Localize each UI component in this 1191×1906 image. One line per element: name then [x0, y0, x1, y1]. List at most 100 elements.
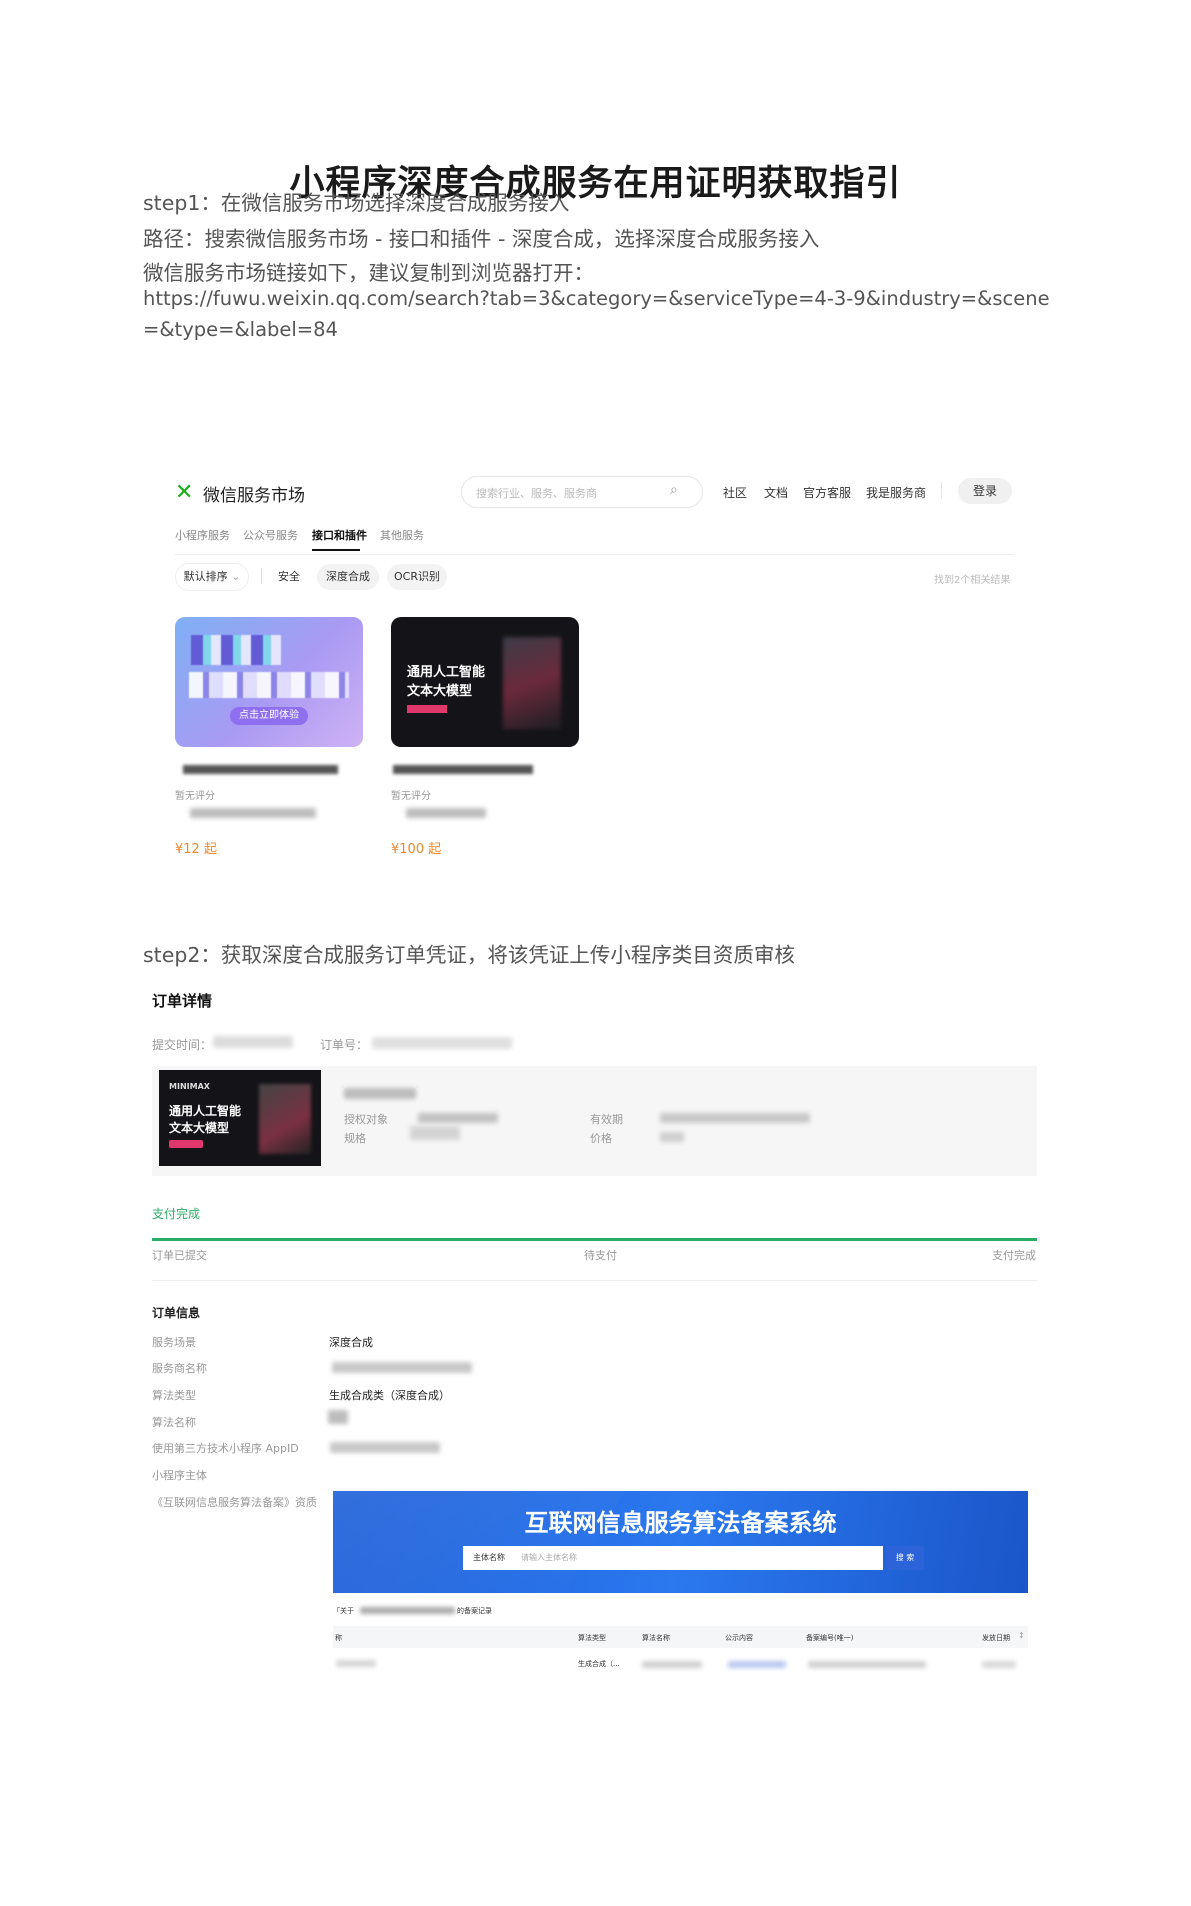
market-search-input[interactable]: 搜索行业、服务、服务商 — [476, 485, 597, 501]
product-badge — [169, 1140, 203, 1148]
market-search-box[interactable]: 搜索行业、服务、服务商 ⌕ — [461, 476, 703, 508]
progress-step-complete: 支付完成 — [992, 1249, 1036, 1262]
pixelated-title — [189, 672, 349, 698]
service-card-1-provider — [190, 808, 316, 818]
card-2-line2: 文本大模型 — [407, 684, 473, 699]
service-card-2-name[interactable] — [393, 765, 533, 774]
nav-support[interactable]: 官方客服 — [803, 484, 851, 501]
registry-banner: 互联网信息服务算法备案系统 主体名称 请输入主体名称 搜 索 — [333, 1491, 1028, 1593]
field-label-provider: 服务商名称 — [152, 1362, 207, 1375]
row-public-link[interactable] — [728, 1661, 786, 1668]
field-label-entity: 小程序主体 — [152, 1469, 207, 1482]
product-3d-art — [259, 1084, 311, 1154]
progress-step-submitted: 订单已提交 — [152, 1249, 207, 1262]
registry-search-bar[interactable]: 主体名称 请输入主体名称 — [463, 1546, 883, 1570]
auth-label: 授权对象 — [344, 1113, 388, 1126]
filter-tag-deep-synthesis[interactable]: 深度合成 — [317, 564, 379, 590]
step2-heading: step2：获取深度合成服务订单凭证，将该凭证上传小程序类目资质审核 — [143, 943, 795, 967]
order-no-label: 订单号： — [320, 1038, 369, 1052]
registry-result-prefix: 「关于 — [333, 1607, 354, 1615]
col-algo-type: 算法类型 — [578, 1634, 606, 1642]
col-record-no: 备案编号(唯一) — [806, 1634, 854, 1642]
col-public: 公示内容 — [725, 1634, 753, 1642]
field-value-algo-type: 生成合成类（深度合成） — [329, 1389, 450, 1402]
submit-time-value — [213, 1036, 293, 1048]
service-card-2-rating: 暂无评分 — [391, 791, 431, 802]
nav-provider[interactable]: 我是服务商 — [866, 484, 926, 501]
service-card-1-name[interactable] — [183, 765, 338, 774]
spec-value — [410, 1126, 460, 1140]
market-link-line2[interactable]: =&type=&label=84 — [143, 318, 338, 341]
submit-time-label: 提交时间： — [152, 1038, 213, 1052]
registry-select[interactable]: 主体名称 — [473, 1552, 505, 1563]
section-divider — [152, 1280, 1037, 1281]
nav-community[interactable]: 社区 — [723, 484, 747, 501]
login-button[interactable]: 登录 — [958, 478, 1012, 504]
step1-path: 路径：搜索微信服务市场 - 接口和插件 - 深度合成，选择深度合成服务接入 — [143, 227, 820, 251]
registry-title: 互联网信息服务算法备案系统 — [524, 1509, 837, 1537]
service-card-1-image[interactable]: 点击立即体验 — [175, 617, 363, 747]
tab-other[interactable]: 其他服务 — [380, 527, 424, 543]
result-count: 找到2个相关结果 — [934, 575, 1011, 586]
sort-label: 默认排序 — [183, 570, 228, 583]
tab-miniprogram[interactable]: 小程序服务 — [175, 527, 230, 543]
field-label-qualification: 《互联网信息服务算法备案》资质 — [152, 1496, 317, 1509]
try-now-button[interactable]: 点击立即体验 — [230, 707, 308, 725]
pixelated-logo — [191, 635, 281, 665]
product-line1: 通用人工智能 — [169, 1104, 242, 1118]
service-card-1-rating: 暂无评分 — [175, 791, 215, 802]
active-tab-underline — [312, 549, 360, 551]
tab-official-account[interactable]: 公众号服务 — [243, 527, 298, 543]
brand-logo: ✕ — [175, 480, 193, 505]
product-line2: 文本大模型 — [169, 1121, 230, 1135]
registry-table-header — [333, 1626, 1028, 1648]
wechat-market-logo-icon: ✕ — [175, 480, 194, 505]
field-label-algo-name: 算法名称 — [152, 1416, 196, 1429]
product-brand: MINIMAX — [169, 1082, 210, 1091]
progress-step-pending: 待支付 — [584, 1249, 617, 1262]
brand-name: 微信服务市场 — [203, 486, 305, 506]
card-2-badge — [407, 705, 447, 713]
row-algo-type: 生成合成（... — [578, 1660, 620, 1668]
col-name: 称 — [335, 1634, 342, 1642]
service-card-2-provider — [406, 808, 486, 818]
registry-search-input[interactable]: 请输入主体名称 — [521, 1552, 577, 1563]
filter-tag-ocr[interactable]: OCR识别 — [387, 564, 447, 590]
nav-docs[interactable]: 文档 — [764, 484, 788, 501]
service-card-1-price: ¥12 起 — [175, 842, 217, 857]
nav-divider — [941, 482, 942, 498]
product-name — [344, 1088, 416, 1099]
field-value-algo-name — [328, 1410, 348, 1424]
field-label-scene: 服务场景 — [152, 1336, 196, 1349]
payment-status: 支付完成 — [152, 1207, 201, 1221]
progress-bar — [152, 1238, 1037, 1241]
field-value-scene: 深度合成 — [329, 1336, 373, 1349]
sort-icon[interactable]: ↕ — [1018, 1631, 1025, 1640]
chevron-down-icon: ⌄ — [231, 570, 241, 583]
registry-search-button[interactable]: 搜 索 — [886, 1546, 924, 1570]
validity-value — [660, 1113, 810, 1123]
registry-result-suffix: 的备案记录 — [457, 1607, 492, 1615]
product-thumbnail: MINIMAX 通用人工智能 文本大模型 — [159, 1070, 321, 1166]
auth-value — [418, 1113, 498, 1123]
field-label-appid: 使用第三方技术小程序 AppID — [152, 1442, 299, 1455]
row-name — [336, 1660, 376, 1667]
filter-divider — [261, 568, 262, 584]
search-icon[interactable]: ⌕ — [670, 482, 678, 498]
sort-select[interactable]: 默认排序 ⌄ — [175, 563, 249, 591]
validity-label: 有效期 — [590, 1113, 623, 1126]
filter-tag-security[interactable]: 安全 — [269, 564, 309, 590]
card-2-line1: 通用人工智能 — [407, 665, 486, 680]
tab-api-plugins[interactable]: 接口和插件 — [312, 527, 367, 543]
row-date — [982, 1661, 1016, 1668]
field-label-algo-type: 算法类型 — [152, 1389, 196, 1402]
price-value — [660, 1132, 684, 1142]
field-value-appid — [330, 1442, 440, 1453]
service-card-2-price: ¥100 起 — [391, 842, 442, 857]
market-link-line1[interactable]: https://fuwu.weixin.qq.com/search?tab=3&… — [143, 287, 1050, 310]
step1-heading: step1：在微信服务市场选择深度合成服务接入 — [143, 191, 570, 215]
order-no-value — [372, 1037, 512, 1049]
row-record-no — [808, 1661, 926, 1668]
card-3d-art — [503, 637, 561, 729]
service-card-2-image[interactable]: 通用人工智能 文本大模型 — [391, 617, 579, 747]
